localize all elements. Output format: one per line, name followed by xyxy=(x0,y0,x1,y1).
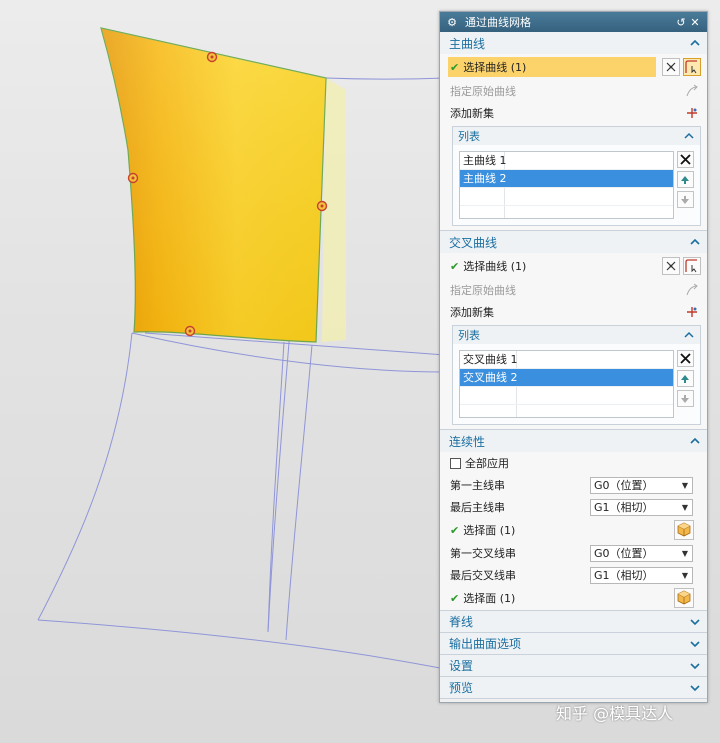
chevron-down-icon[interactable] xyxy=(689,660,701,672)
primary-select-curve-row[interactable]: ✔ 选择曲线 (1) xyxy=(440,54,707,80)
select-curve-icon[interactable] xyxy=(683,257,701,275)
watermark: 知乎 @模具达人 xyxy=(556,704,674,723)
first-cross-row: 第一交叉线串 G0（位置） ▼ xyxy=(440,542,707,564)
remove-icon[interactable] xyxy=(676,151,694,168)
preview-group[interactable]: 预览 xyxy=(440,677,707,699)
dialog-title: 通过曲线网格 xyxy=(465,16,531,29)
add-set-icon[interactable] xyxy=(683,303,701,321)
preview-header[interactable]: 预览 xyxy=(440,677,707,698)
primary-specify-origin-row[interactable]: 指定原始曲线 xyxy=(440,80,707,102)
primary-curves-group: 主曲线 ✔ 选择曲线 (1) 指定原始曲线 添加新集 列表 主曲线 1 主曲线 … xyxy=(440,32,707,231)
first-primary-row: 第一主线串 G0（位置） ▼ xyxy=(440,474,707,496)
dropdown-arrow-icon: ▼ xyxy=(681,570,689,580)
face-cube-icon[interactable] xyxy=(674,520,694,540)
gear-icon[interactable]: ⚙ xyxy=(445,16,459,29)
dropdown-arrow-icon: ▼ xyxy=(681,502,689,512)
chevron-up-icon[interactable] xyxy=(689,435,701,447)
cross-curve-list[interactable]: 交叉曲线 1 交叉曲线 2 xyxy=(459,350,674,418)
add-set-icon[interactable] xyxy=(683,104,701,122)
check-icon: ✔ xyxy=(450,60,460,74)
cross-curves-header[interactable]: 交叉曲线 xyxy=(440,231,707,253)
select-face-1-row[interactable]: ✔ 选择面 (1) xyxy=(440,518,707,542)
cross-list-panel: 列表 交叉曲线 1 交叉曲线 2 xyxy=(452,325,701,425)
primary-curves-header[interactable]: 主曲线 xyxy=(440,32,707,54)
spine-group[interactable]: 脊线 xyxy=(440,611,707,633)
cross-curves-group: 交叉曲线 ✔ 选择曲线 (1) 指定原始曲线 添加新集 列表 交叉曲线 1 交叉… xyxy=(440,231,707,430)
chevron-down-icon[interactable] xyxy=(689,682,701,694)
primary-add-new-set-row[interactable]: 添加新集 xyxy=(440,102,707,124)
last-cross-row: 最后交叉线串 G1（相切） ▼ xyxy=(440,564,707,586)
curve-rule-icon[interactable] xyxy=(662,257,680,275)
check-icon: ✔ xyxy=(450,523,460,537)
close-icon[interactable]: ✕ xyxy=(688,16,702,29)
curve-rule-icon[interactable] xyxy=(662,58,680,76)
dropdown-arrow-icon: ▼ xyxy=(681,480,689,490)
continuity-group: 连续性 全部应用 第一主线串 G0（位置） ▼ 最后主线串 G1（相切） ▼ ✔… xyxy=(440,430,707,611)
select-face-2-row[interactable]: ✔ 选择面 (1) xyxy=(440,586,707,610)
first-primary-select[interactable]: G0（位置） ▼ xyxy=(590,476,693,494)
apply-all-row[interactable]: 全部应用 xyxy=(440,452,707,474)
dialog-titlebar[interactable]: ⚙ 通过曲线网格 ↺ ✕ xyxy=(440,12,707,32)
list-item[interactable] xyxy=(460,387,673,405)
chevron-down-icon[interactable] xyxy=(689,638,701,650)
continuity-header[interactable]: 连续性 xyxy=(440,430,707,452)
apply-all-checkbox[interactable] xyxy=(450,457,461,469)
chevron-up-icon[interactable] xyxy=(689,236,701,248)
cross-list-header[interactable]: 列表 xyxy=(453,326,700,344)
primary-curve-list[interactable]: 主曲线 1 主曲线 2 xyxy=(459,151,674,219)
spine-header[interactable]: 脊线 xyxy=(440,611,707,632)
chevron-up-icon[interactable] xyxy=(683,329,695,341)
preview-band xyxy=(322,78,346,342)
first-cross-select[interactable]: G0（位置） ▼ xyxy=(590,544,693,562)
last-primary-select[interactable]: G1（相切） ▼ xyxy=(590,498,693,516)
list-item[interactable] xyxy=(460,188,673,206)
last-primary-row: 最后主线串 G1（相切） ▼ xyxy=(440,496,707,518)
origin-curve-icon[interactable] xyxy=(683,82,701,100)
chevron-up-icon[interactable] xyxy=(683,130,695,142)
chevron-down-icon[interactable] xyxy=(689,616,701,628)
move-down-icon[interactable] xyxy=(676,390,694,407)
reset-icon[interactable]: ↺ xyxy=(674,16,688,29)
check-icon: ✔ xyxy=(450,591,460,605)
settings-group[interactable]: 设置 xyxy=(440,655,707,677)
move-up-icon[interactable] xyxy=(676,171,694,188)
dropdown-arrow-icon: ▼ xyxy=(681,548,689,558)
move-down-icon[interactable] xyxy=(676,191,694,208)
output-surface-group[interactable]: 输出曲面选项 xyxy=(440,633,707,655)
cross-specify-origin-row[interactable]: 指定原始曲线 xyxy=(440,279,707,301)
primary-list-header[interactable]: 列表 xyxy=(453,127,700,145)
move-up-icon[interactable] xyxy=(676,370,694,387)
settings-header[interactable]: 设置 xyxy=(440,655,707,676)
cross-select-curve-row[interactable]: ✔ 选择曲线 (1) xyxy=(440,253,707,279)
list-item[interactable]: 主曲线 2 xyxy=(460,170,673,188)
remove-icon[interactable] xyxy=(676,350,694,367)
surface-through-curve-mesh-dialog: ⚙ 通过曲线网格 ↺ ✕ 主曲线 ✔ 选择曲线 (1) 指定原始曲线 添加新集 … xyxy=(439,11,708,703)
output-surface-header[interactable]: 输出曲面选项 xyxy=(440,633,707,654)
select-curve-icon[interactable] xyxy=(683,58,701,76)
list-item[interactable]: 交叉曲线 1 xyxy=(460,351,673,369)
check-icon: ✔ xyxy=(450,259,460,273)
list-item[interactable]: 交叉曲线 2 xyxy=(460,369,673,387)
chevron-up-icon[interactable] xyxy=(689,37,701,49)
last-cross-select[interactable]: G1（相切） ▼ xyxy=(590,566,693,584)
primary-list-panel: 列表 主曲线 1 主曲线 2 xyxy=(452,126,701,226)
face-cube-icon[interactable] xyxy=(674,588,694,608)
origin-curve-icon[interactable] xyxy=(683,281,701,299)
cross-add-new-set-row[interactable]: 添加新集 xyxy=(440,301,707,323)
list-item[interactable]: 主曲线 1 xyxy=(460,152,673,170)
